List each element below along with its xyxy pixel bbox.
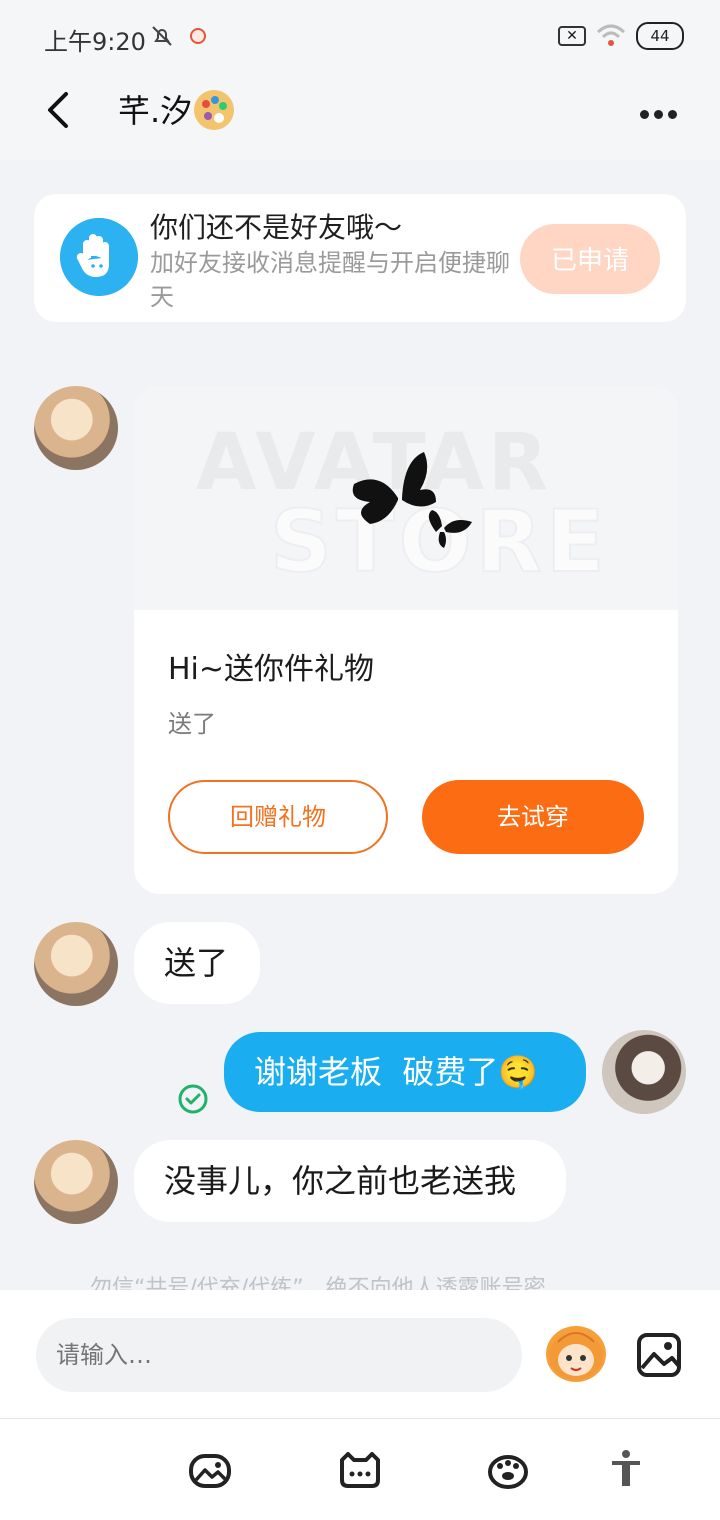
- gift-title: Hi~送你件礼物: [168, 652, 375, 687]
- message-input[interactable]: [36, 1318, 522, 1392]
- message-bubble[interactable]: 送了: [134, 922, 260, 1004]
- message-bubble[interactable]: 没事儿，你之前也老送我: [134, 1140, 566, 1222]
- cat-face-icon[interactable]: [338, 1450, 382, 1490]
- status-time: 上午9:20: [44, 28, 146, 56]
- read-check-icon: [178, 1084, 208, 1114]
- avatar[interactable]: [34, 1140, 118, 1224]
- my-avatar[interactable]: [602, 1030, 686, 1114]
- return-gift-button[interactable]: 回赠礼物: [168, 780, 388, 854]
- avatar[interactable]: [34, 922, 118, 1006]
- chat-title: 芊.汐: [118, 92, 193, 130]
- butterfly-icon: [352, 452, 472, 548]
- bell-off-icon: [152, 26, 172, 46]
- back-arrow-icon[interactable]: [40, 88, 80, 132]
- banner-title: 你们还不是好友哦～: [150, 211, 403, 244]
- monkey-emoji-icon[interactable]: [546, 1326, 606, 1382]
- gift-subtitle: 送了: [168, 710, 216, 738]
- notification-icon: [190, 28, 206, 44]
- more-options-icon[interactable]: [640, 104, 684, 119]
- banner-subtitle: 加好友接收消息提醒与开启便捷聊天: [150, 249, 510, 311]
- image-picker-icon[interactable]: [636, 1332, 682, 1378]
- nav-bar: [0, 72, 720, 160]
- applied-button[interactable]: 已申请: [520, 224, 660, 294]
- battery-indicator: 44: [636, 22, 684, 50]
- no-sim-icon: ✕: [558, 26, 586, 46]
- accessibility-icon[interactable]: [604, 1448, 648, 1488]
- try-on-button[interactable]: 去试穿: [422, 780, 644, 854]
- palette-emoji-icon: [194, 90, 234, 130]
- avatar[interactable]: [34, 386, 118, 470]
- gallery-icon[interactable]: [188, 1450, 232, 1490]
- waving-hand-icon: [60, 218, 138, 296]
- message-bubble-self[interactable]: 谢谢老板 破费了🤤: [224, 1032, 586, 1112]
- wifi-icon: [596, 24, 626, 46]
- paw-icon[interactable]: [486, 1450, 530, 1490]
